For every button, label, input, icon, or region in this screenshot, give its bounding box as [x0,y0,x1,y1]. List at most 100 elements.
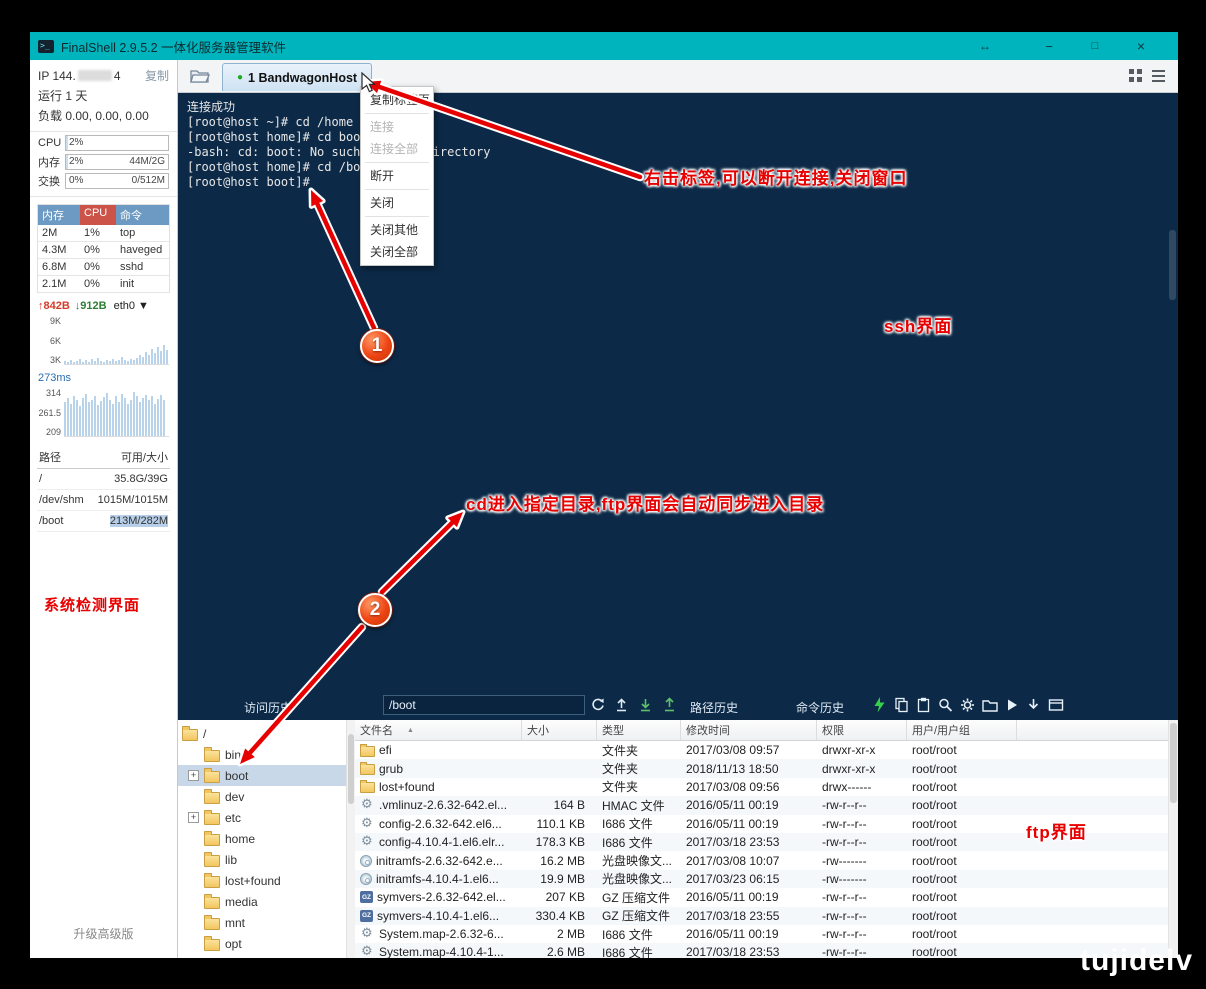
open-connection-button[interactable] [186,65,214,87]
process-row[interactable]: 4.3M0%haveged [38,242,169,259]
divider [30,196,177,197]
file-row[interactable]: efi文件夹2017/03/08 09:57drwxr-xr-xroot/roo… [355,741,1168,759]
command-history-button[interactable]: 命令历史 [796,699,844,716]
context-menu-item[interactable]: 关闭 [361,192,433,214]
sort-asc-icon: ▲ [407,727,414,734]
folder-icon [204,897,220,909]
tree-node-bin[interactable]: bin [178,744,346,765]
path-history-button[interactable]: 路径历史 [690,699,738,716]
disc-file-icon [360,855,372,867]
process-col-header[interactable]: 内存 [38,205,80,225]
process-col-header[interactable]: 命令 [116,205,169,225]
parent-dir-icon[interactable] [614,697,629,712]
file-row[interactable]: initramfs-2.6.32-642.e...16.2 MB光盘映像文...… [355,851,1168,869]
terminal-line: [root@host home]# cd boot [187,130,1178,145]
tree-node-opt[interactable]: opt [178,933,346,954]
file-row[interactable]: grub文件夹2018/11/13 18:50drwxr-xr-xroot/ro… [355,759,1168,777]
titlebar[interactable]: FinalShell 2.9.5.2 一体化服务器管理软件 ↔ − □ × [30,32,1178,60]
path-input[interactable] [383,695,585,715]
close-button[interactable]: × [1124,32,1158,60]
context-menu-item[interactable]: 关闭全部 [361,241,433,263]
disk-row[interactable]: /dev/shm1015M/1015M [37,490,170,511]
tree-node-etc[interactable]: +etc [178,807,346,828]
terminal-scrollbar[interactable] [1169,230,1176,300]
file-row[interactable]: System.map-2.6.32-6...2 MBI686 文件2016/05… [355,925,1168,943]
resource-meters: CPU2%内存2%44M/2G交换0%0/512M [30,135,177,189]
meter-bar: 2%44M/2G [65,154,169,170]
remote-folder-icon[interactable] [982,697,998,713]
tree-node-media[interactable]: media [178,891,346,912]
maximize-button[interactable]: □ [1078,32,1112,60]
tree-scrollbar[interactable] [346,720,355,958]
file-row[interactable]: symvers-4.10.4-1.el6...330.4 KBGZ 压缩文件20… [355,907,1168,925]
window-panel-icon[interactable] [1048,697,1064,713]
run-icon[interactable] [1005,697,1019,713]
resize-icon[interactable]: ↔ [968,32,1002,60]
file-row[interactable]: symvers-2.6.32-642.el...207 KBGZ 压缩文件201… [355,888,1168,906]
ftp-toolbar: 访问历史 [178,692,1178,720]
copy-icon[interactable] [894,697,909,713]
file-col-header[interactable]: 文件名▲ [355,720,522,740]
menu-icon[interactable] [1151,68,1166,83]
file-col-header[interactable]: 用户/用户组 [907,720,1017,740]
file-col-header[interactable]: 类型 [597,720,681,740]
upload-icon[interactable] [662,697,677,712]
process-col-header[interactable]: CPU [80,205,116,225]
download-icon[interactable] [638,697,653,712]
access-history-button[interactable]: 访问历史 [244,699,292,716]
tree-node-lost+found[interactable]: lost+found [178,870,346,891]
folder-icon [204,750,220,762]
file-row[interactable]: System.map-4.10.4-1...2.6 MBI686 文件2017/… [355,943,1168,958]
process-row[interactable]: 2M1%top [38,225,169,242]
tree-node-lib[interactable]: lib [178,849,346,870]
file-row[interactable]: lost+found文件夹2017/03/08 09:56drwx------r… [355,778,1168,796]
network-yticks: 9K6K3K [38,314,64,365]
gear-file-icon [360,799,375,811]
tab-context-menu: 复制标签页连接连接全部断开关闭关闭其他关闭全部 [360,86,434,266]
uptime-row: 运行 1 天 [30,84,177,104]
process-row[interactable]: 2.1M0%init [38,276,169,293]
window-title: FinalShell 2.9.5.2 一体化服务器管理软件 [61,37,286,56]
file-col-header[interactable]: 修改时间 [681,720,817,740]
context-menu-item[interactable]: 断开 [361,165,433,187]
file-row[interactable]: initramfs-4.10.4-1.el6...19.9 MB光盘映像文...… [355,870,1168,888]
settings-gear-icon[interactable] [960,697,975,713]
transfer-down-icon[interactable] [1026,697,1041,713]
file-col-header[interactable]: 权限 [817,720,907,740]
process-row[interactable]: 6.8M0%sshd [38,259,169,276]
upgrade-link[interactable]: 升级高级版 [30,925,177,942]
copy-ip-button[interactable]: 复制 [145,67,169,84]
context-menu-item[interactable]: 关闭其他 [361,219,433,241]
tree-node-home[interactable]: home [178,828,346,849]
paste-icon[interactable] [916,697,931,713]
mouse-cursor-icon [361,72,381,96]
tree-node-[interactable]: / [178,723,346,744]
search-icon[interactable] [938,697,953,713]
file-row[interactable]: .vmlinuz-2.6.32-642.el...164 BHMAC 文件201… [355,796,1168,814]
disk-row[interactable]: /boot213M/282M [37,511,170,532]
file-col-header[interactable]: 大小 [522,720,597,740]
interface-selector[interactable]: eth0 ▼ [114,300,149,312]
menu-separator [365,216,429,217]
folder-icon [204,834,220,846]
gear-file-icon [360,836,375,848]
expand-toggle-icon[interactable]: + [188,770,199,781]
session-tab[interactable]: ● 1 BandwagonHost [222,63,372,91]
grid-view-icon[interactable] [1128,68,1143,83]
meter-percent: 0% [69,175,83,186]
tree-node-mnt[interactable]: mnt [178,912,346,933]
ip-suffix: 4 [114,69,121,83]
expand-toggle-icon[interactable]: + [188,812,199,823]
flash-icon[interactable] [872,697,887,713]
disk-row[interactable]: /35.8G/39G [37,469,170,490]
context-menu-item[interactable]: 连接全部 [361,138,433,160]
minimize-button[interactable]: − [1032,32,1066,60]
refresh-icon[interactable] [590,697,605,712]
tree-node-dev[interactable]: dev [178,786,346,807]
app-icon [38,40,54,53]
file-list-scrollbar[interactable] [1168,720,1178,958]
tree-node-boot[interactable]: +boot [178,765,346,786]
resource-meter: CPU2% [38,135,169,151]
disk-table: 路径可用/大小/35.8G/39G/dev/shm1015M/1015M/boo… [37,446,170,532]
context-menu-item[interactable]: 连接 [361,116,433,138]
